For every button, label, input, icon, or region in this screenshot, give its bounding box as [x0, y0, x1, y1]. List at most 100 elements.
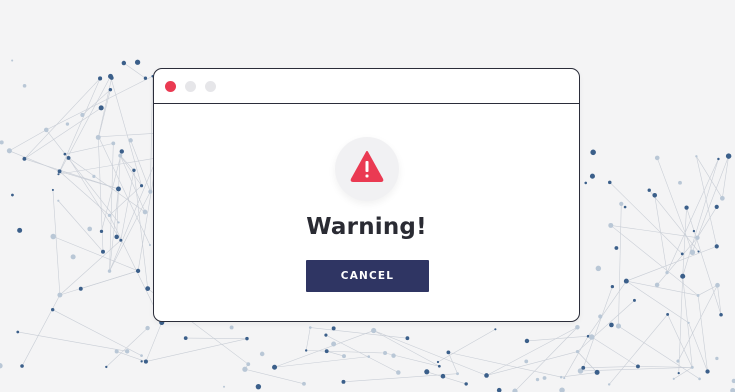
network-node [524, 338, 530, 344]
network-node [124, 349, 130, 354]
network-node [623, 278, 629, 284]
network-node [672, 377, 675, 380]
network-node [609, 322, 614, 328]
network-node [665, 270, 669, 275]
network-node [140, 354, 143, 358]
network-node [22, 84, 27, 88]
window-titlebar [154, 69, 579, 104]
network-node [690, 365, 694, 369]
network-node [223, 385, 226, 388]
network-node [107, 269, 112, 273]
network-node [608, 180, 612, 185]
network-node [383, 351, 388, 356]
network-node [134, 59, 141, 65]
network-node [440, 373, 446, 379]
window-close-button[interactable] [165, 81, 176, 92]
cancel-button[interactable]: CANCEL [306, 260, 429, 292]
network-node [0, 363, 3, 369]
network-node [341, 379, 346, 384]
network-node [484, 373, 489, 378]
network-node [396, 370, 401, 375]
network-node [607, 383, 611, 386]
network-node [715, 282, 720, 288]
network-node [535, 377, 540, 382]
network-node [118, 153, 123, 158]
network-node [391, 353, 396, 358]
network-node [324, 349, 329, 354]
network-node [255, 383, 262, 390]
network-node [705, 369, 710, 374]
network-node [97, 135, 101, 139]
network-node [121, 60, 127, 66]
warning-triangle-icon [350, 151, 384, 182]
network-node [692, 229, 696, 233]
network-node [242, 366, 248, 372]
network-node [50, 307, 55, 312]
network-node [324, 333, 328, 337]
network-node [696, 294, 700, 297]
network-node [687, 321, 690, 324]
network-node [140, 360, 143, 363]
window-maximize-button[interactable] [205, 81, 216, 92]
network-node [114, 349, 119, 354]
network-node [676, 359, 680, 363]
network-node [677, 372, 680, 375]
network-node [367, 355, 371, 358]
network-node [588, 334, 595, 340]
network-node [715, 356, 719, 361]
network-node [145, 286, 151, 291]
dialog-window: Warning! CANCEL [153, 68, 580, 322]
network-node [464, 382, 468, 386]
network-node [714, 244, 719, 249]
network-node [437, 364, 441, 368]
network-node [101, 249, 105, 254]
network-node [140, 184, 144, 188]
network-node [105, 365, 108, 369]
network-node [581, 365, 586, 370]
network-node [66, 155, 71, 160]
network-node [446, 350, 451, 355]
network-node [584, 181, 588, 185]
network-node [11, 193, 14, 197]
network-node [719, 195, 725, 201]
network-node [51, 188, 54, 191]
network-node [114, 234, 119, 240]
network-node [714, 204, 719, 210]
network-node [680, 252, 684, 256]
network-node [575, 324, 580, 330]
network-node [148, 244, 152, 247]
network-node [20, 364, 24, 368]
network-node [16, 330, 20, 334]
network-node [229, 325, 234, 330]
network-node [119, 238, 123, 242]
network-node [57, 169, 62, 174]
network-node [598, 314, 603, 319]
network-node [719, 313, 723, 317]
network-node [11, 59, 14, 62]
network-node [99, 229, 104, 234]
network-node [78, 286, 83, 291]
network-node [304, 349, 308, 352]
network-node [245, 336, 249, 341]
network-node [654, 155, 660, 161]
network-node [143, 76, 148, 80]
network-node [308, 326, 312, 329]
network-node [117, 221, 120, 224]
network-node [259, 351, 265, 357]
network-node [371, 327, 377, 334]
network-node [594, 369, 600, 375]
network-node [57, 173, 60, 176]
window-minimize-button[interactable] [185, 81, 196, 92]
network-node [143, 359, 148, 364]
network-node [542, 376, 547, 380]
network-node [496, 387, 502, 392]
network-node [698, 377, 701, 381]
network-node [145, 325, 150, 331]
network-node [666, 312, 670, 316]
network-node [695, 155, 698, 158]
network-node [610, 284, 615, 289]
network-node [331, 326, 336, 331]
dialog-title: Warning! [306, 214, 427, 240]
network-node [50, 233, 56, 240]
network-node [636, 364, 640, 369]
